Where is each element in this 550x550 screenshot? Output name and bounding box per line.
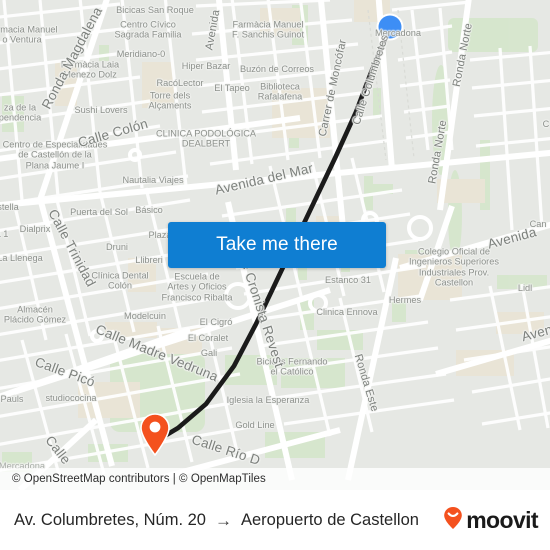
- moovit-pin-icon: [443, 506, 463, 535]
- route-origin-label: Av. Columbretes, Núm. 20: [14, 510, 206, 529]
- arrow-right-icon: →: [214, 510, 232, 530]
- moovit-logo[interactable]: moovit: [443, 506, 539, 535]
- moovit-route-screenshot: Farmàcia Manuel F. Sanchis Guinot Bicicas…: [0, 0, 550, 550]
- route-destination-label: Aeropuerto de Castellon: [240, 510, 419, 529]
- origin-dot: [376, 13, 404, 41]
- map-canvas[interactable]: Farmàcia Manuel F. Sanchis Guinot Bicicas…: [0, 0, 550, 490]
- attribution-text[interactable]: © OpenStreetMap contributors | © OpenMap…: [12, 473, 266, 485]
- moovit-wordmark: moovit: [466, 506, 538, 533]
- take-me-there-button[interactable]: Take me there: [168, 222, 386, 268]
- route-footer: Av. Columbretes, Núm. 20 → Aeropuerto de…: [0, 490, 550, 550]
- route-summary: Av. Columbretes, Núm. 20 → Aeropuerto de…: [14, 511, 437, 530]
- map-attribution-bar: © OpenStreetMap contributors | © OpenMap…: [0, 468, 550, 490]
